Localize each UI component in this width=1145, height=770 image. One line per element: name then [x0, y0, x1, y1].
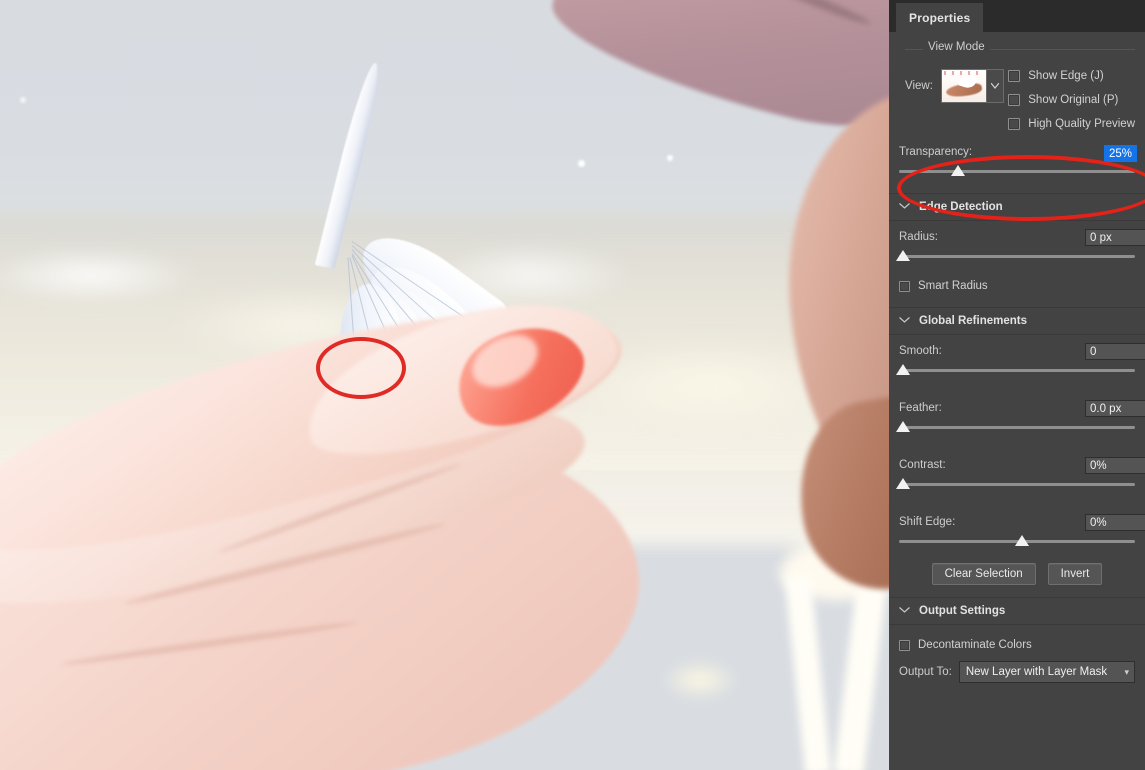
app-window: Properties View Mode View: Show Edge (J)… — [0, 0, 1145, 770]
clear-selection-button[interactable]: Clear Selection — [931, 563, 1036, 585]
slider-track[interactable] — [899, 170, 1135, 173]
red-circle-on-fingertip — [316, 337, 406, 399]
contrast-field: Contrast: 0% — [889, 457, 1145, 492]
transparency-value-input[interactable]: 25% — [1103, 145, 1137, 162]
invert-label: Invert — [1060, 568, 1090, 580]
invert-button[interactable]: Invert — [1047, 563, 1103, 585]
checkbox-decontaminate-colors[interactable]: Decontaminate Colors — [899, 639, 1135, 651]
slider-track[interactable] — [899, 369, 1135, 372]
contrast-slider[interactable] — [896, 478, 1135, 492]
chevron-down-icon[interactable] — [899, 606, 911, 616]
checkbox-box-icon[interactable] — [1008, 118, 1021, 130]
slider-knob[interactable] — [896, 421, 910, 432]
shift-edge-value-input[interactable]: 0% — [1085, 514, 1145, 531]
chevron-down-icon[interactable]: ▾ — [1124, 667, 1129, 678]
clear-selection-label: Clear Selection — [944, 568, 1023, 580]
view-mode-group: View Mode View: Show Edge (J) Show Origi… — [889, 41, 1145, 179]
transparency-value: 25% — [1108, 147, 1132, 160]
slider-knob[interactable] — [896, 250, 910, 261]
checkbox-show-original-label: Show Original (P) — [1028, 94, 1119, 106]
output-to-label: Output To: — [899, 666, 952, 678]
checkbox-show-original[interactable]: Show Original (P) — [1008, 94, 1135, 106]
select-and-mask-photo-canvas[interactable] — [0, 0, 889, 770]
smooth-slider[interactable] — [896, 364, 1135, 378]
transparency-label: Transparency: — [899, 146, 973, 158]
photo-bokeh-dot — [667, 155, 673, 161]
checkbox-show-edge-label: Show Edge (J) — [1028, 70, 1104, 82]
photo-bokeh-dot — [578, 160, 585, 167]
section-output-settings-title: Output Settings — [919, 605, 1006, 617]
slider-track[interactable] — [899, 483, 1135, 486]
slider-knob[interactable] — [1014, 535, 1029, 546]
feather-value: 0.0 px — [1090, 402, 1122, 415]
global-refinements-buttons: Clear Selection Invert — [889, 549, 1145, 597]
checkbox-box-icon[interactable] — [899, 280, 910, 292]
slider-knob[interactable] — [951, 165, 965, 176]
radius-value-input[interactable]: 0 px — [1085, 229, 1145, 246]
checkbox-show-edge[interactable]: Show Edge (J) — [1008, 70, 1135, 82]
output-to-value: New Layer with Layer Mask — [965, 666, 1108, 678]
output-to-row: Output To: New Layer with Layer Mask ▾ — [889, 661, 1145, 683]
radius-value: 0 px — [1090, 231, 1112, 244]
select-and-mask-preview-thumbnail[interactable] — [940, 69, 987, 103]
view-preset-picker[interactable] — [940, 69, 1004, 103]
view-label: View: — [905, 80, 933, 92]
checkbox-box-icon[interactable] — [1008, 70, 1021, 82]
photo-bokeh-dot — [20, 97, 26, 103]
feather-quill — [314, 61, 386, 269]
shift-edge-value: 0% — [1090, 516, 1107, 529]
smooth-field: Smooth: 0 — [889, 343, 1145, 378]
tab-properties[interactable]: Properties — [896, 3, 984, 32]
properties-panel: Properties View Mode View: Show Edge (J)… — [889, 0, 1145, 770]
checkbox-box-icon[interactable] — [1008, 94, 1021, 106]
view-mode-legend: View Mode — [899, 41, 1135, 59]
radius-field: Radius: 0 px — [889, 229, 1145, 264]
feather-value-input[interactable]: 0.0 px — [1085, 400, 1145, 417]
chevron-down-icon[interactable] — [986, 69, 1004, 103]
radius-slider[interactable] — [896, 250, 1135, 264]
slider-track[interactable] — [899, 255, 1135, 258]
panel-body: View Mode View: Show Edge (J) Show Origi… — [889, 41, 1145, 770]
transparency-slider[interactable] — [899, 165, 1135, 179]
contrast-value: 0% — [1090, 459, 1107, 472]
chevron-down-icon[interactable] — [899, 316, 911, 326]
shift-edge-field: Shift Edge: 0% — [889, 514, 1145, 549]
chevron-down-icon[interactable] — [899, 202, 911, 212]
feather-field: Feather: 0.0 px — [889, 400, 1145, 435]
section-edge-detection-title: Edge Detection — [919, 201, 1003, 213]
section-global-refinements[interactable]: Global Refinements — [889, 307, 1145, 335]
slider-knob[interactable] — [896, 478, 910, 489]
feather-slider[interactable] — [896, 421, 1135, 435]
section-output-settings[interactable]: Output Settings — [889, 597, 1145, 625]
checkbox-decontaminate-colors-label: Decontaminate Colors — [918, 639, 1032, 651]
checkbox-high-quality-preview[interactable]: High Quality Preview — [1008, 118, 1135, 130]
shift-edge-slider[interactable] — [899, 535, 1135, 549]
smooth-value: 0 — [1090, 345, 1097, 358]
slider-knob[interactable] — [896, 364, 910, 375]
checkbox-smart-radius[interactable]: Smart Radius — [899, 280, 1135, 292]
smooth-value-input[interactable]: 0 — [1085, 343, 1145, 360]
panel-tab-bar: Properties — [889, 0, 1145, 32]
view-mode-legend-label: View Mode — [923, 41, 990, 53]
slider-track[interactable] — [899, 426, 1135, 429]
output-to-select[interactable]: New Layer with Layer Mask ▾ — [958, 661, 1135, 683]
checkbox-smart-radius-label: Smart Radius — [918, 280, 988, 292]
contrast-value-input[interactable]: 0% — [1085, 457, 1145, 474]
transparency-field: Transparency: 25% — [899, 145, 1137, 179]
section-edge-detection[interactable]: Edge Detection — [889, 193, 1145, 221]
section-global-refinements-title: Global Refinements — [919, 315, 1027, 327]
tab-properties-label: Properties — [909, 10, 971, 25]
checkbox-box-icon[interactable] — [899, 639, 910, 651]
checkbox-high-quality-preview-label: High Quality Preview — [1028, 118, 1135, 130]
